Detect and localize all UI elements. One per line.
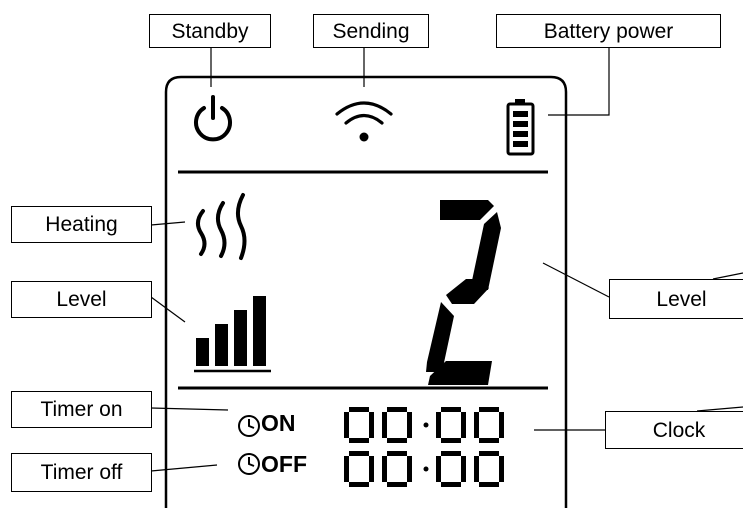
clock-segment-c — [499, 425, 504, 438]
clock-segment-a — [441, 407, 461, 412]
clock-segment-e — [344, 425, 349, 438]
clock-segment-d — [387, 438, 407, 443]
clock-segment-b — [407, 456, 412, 469]
leader-timer-off — [150, 464, 218, 472]
callout-timer-on: Timer on — [11, 391, 152, 428]
heating-waves-icon — [196, 193, 247, 260]
clock-segment-a — [387, 451, 407, 456]
leader-level-right — [542, 262, 610, 298]
clock-segment-c — [369, 425, 374, 438]
clock-segment-e — [382, 425, 387, 438]
clock-segment-f — [474, 456, 479, 469]
callout-clock: Clock — [605, 411, 743, 449]
clock-segment-f — [344, 412, 349, 425]
callout-timer-off: Timer off — [11, 453, 152, 492]
clock-display — [344, 407, 504, 487]
clock-segment-e — [436, 425, 441, 438]
clock-segment-d — [387, 482, 407, 487]
clock-colon — [423, 422, 429, 428]
leader-level-left — [150, 296, 186, 323]
leader-timer-on — [150, 407, 229, 411]
clock-segment-c — [461, 469, 466, 482]
level-bar — [196, 338, 209, 366]
timer-on-text: ON — [261, 410, 296, 436]
clock-segment-e — [474, 469, 479, 482]
clock-segment-f — [344, 456, 349, 469]
clock-segment-a — [387, 407, 407, 412]
clock-segment-f — [382, 456, 387, 469]
segment-b — [470, 212, 501, 290]
clock-segment-c — [407, 469, 412, 482]
leader-heating — [150, 221, 186, 226]
clock-segment-b — [499, 456, 504, 469]
clock-segment-a — [349, 451, 369, 456]
timer-on-indicator: ON — [261, 410, 296, 437]
callout-heating: Heating — [11, 206, 152, 243]
clock-segment-d — [349, 482, 369, 487]
power-icon — [194, 95, 232, 142]
callout-standby: Standby — [149, 14, 271, 48]
clock-segment-b — [461, 456, 466, 469]
battery-icon — [506, 99, 535, 156]
clock-segment-d — [479, 482, 499, 487]
clock-segment-e — [344, 469, 349, 482]
clock-segment-f — [436, 456, 441, 469]
clock-segment-b — [407, 412, 412, 425]
level-bar — [234, 310, 247, 366]
callout-level-right: Level — [609, 279, 743, 319]
clock-segment-c — [499, 469, 504, 482]
clock-segment-a — [349, 407, 369, 412]
clock-segment-a — [441, 451, 461, 456]
segment-g — [446, 279, 489, 304]
callout-sending: Sending — [313, 14, 429, 48]
clock-segment-b — [499, 412, 504, 425]
clock-segment-d — [441, 438, 461, 443]
level-bar — [253, 296, 266, 366]
timer-off-indicator: OFF — [261, 451, 307, 478]
clock-segment-b — [369, 456, 374, 469]
clock-segment-e — [382, 469, 387, 482]
timer-off-text: OFF — [261, 451, 307, 477]
clock-segment-b — [369, 412, 374, 425]
clock-segment-c — [369, 469, 374, 482]
clock-segment-b — [461, 412, 466, 425]
clock-segment-c — [461, 425, 466, 438]
clock-segment-d — [441, 482, 461, 487]
clock-segment-e — [436, 469, 441, 482]
clock-segment-f — [382, 412, 387, 425]
clock-colon — [423, 466, 429, 472]
callout-level-left: Level — [11, 281, 152, 318]
wifi-icon — [335, 101, 393, 142]
clock-segment-f — [474, 412, 479, 425]
clock-icon — [238, 453, 260, 475]
leader-battery — [548, 47, 610, 116]
level-digit — [426, 200, 501, 385]
clock-segment-d — [479, 438, 499, 443]
level-bar — [215, 324, 228, 366]
level-bars-icon — [196, 296, 266, 366]
clock-segment-c — [407, 425, 412, 438]
segment-a — [440, 200, 494, 220]
clock-segment-f — [436, 412, 441, 425]
clock-icon — [238, 415, 260, 437]
clock-segment-e — [474, 425, 479, 438]
clock-segment-d — [349, 438, 369, 443]
callout-battery: Battery power — [496, 14, 721, 48]
clock-segment-a — [479, 451, 499, 456]
clock-segment-a — [479, 407, 499, 412]
